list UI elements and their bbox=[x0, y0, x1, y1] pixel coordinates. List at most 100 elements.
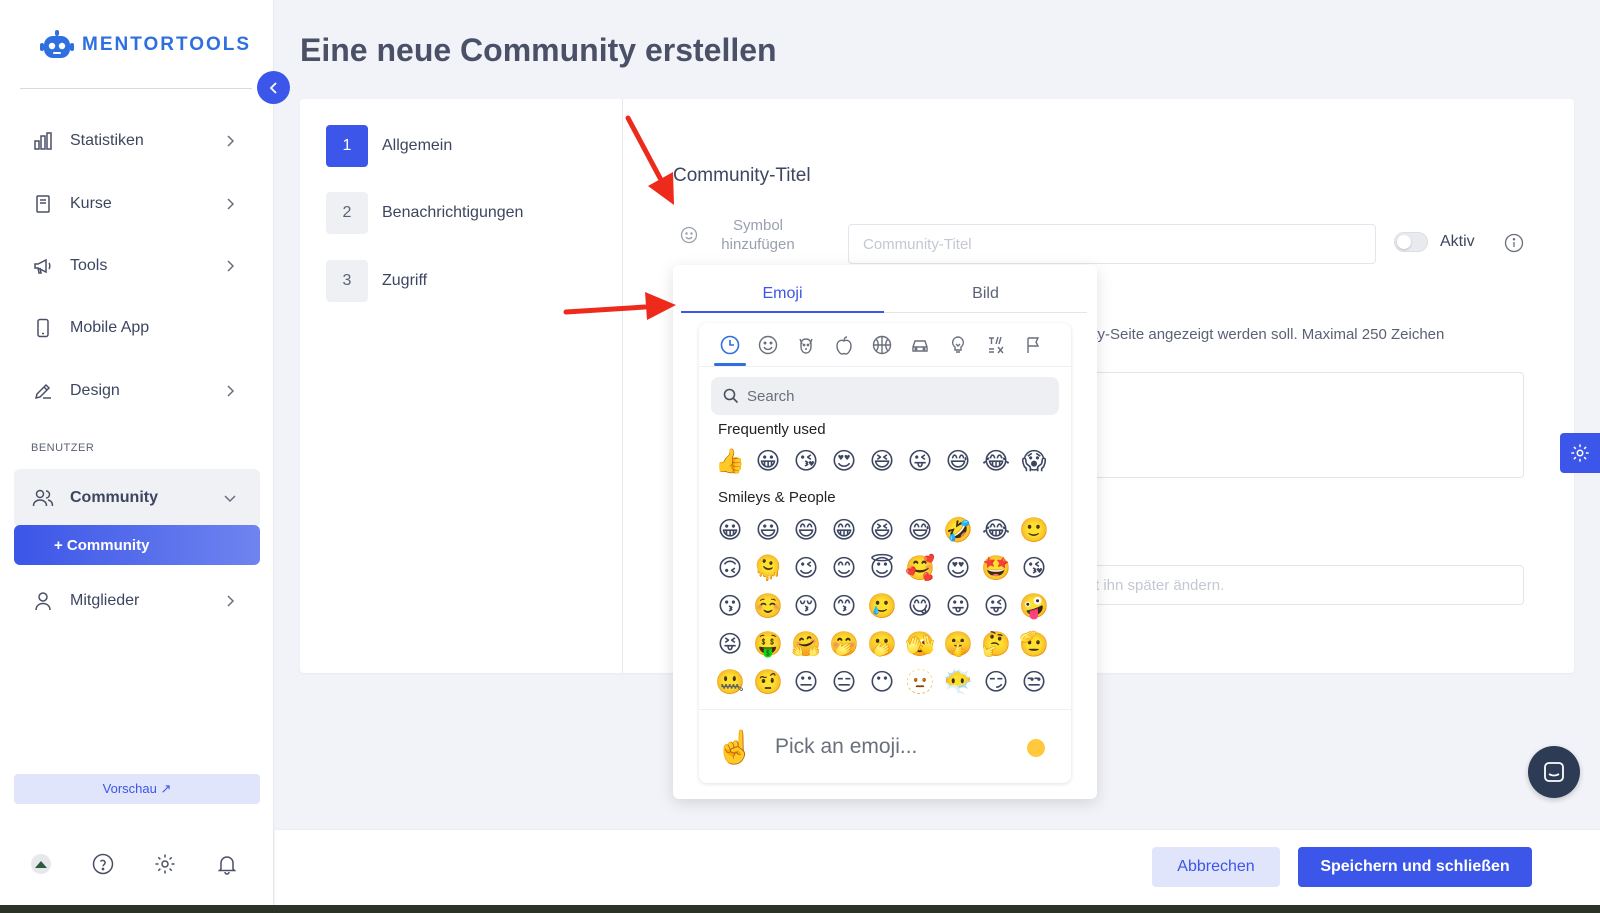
emoji-button[interactable]: 😍 bbox=[939, 549, 977, 587]
emoji-button[interactable]: 🤐 bbox=[711, 663, 749, 701]
emoji-button[interactable]: 🤭 bbox=[825, 625, 863, 663]
emoji-button[interactable]: 🤑 bbox=[749, 625, 787, 663]
community-title-input[interactable] bbox=[848, 224, 1376, 264]
emoji-button[interactable]: 🤫 bbox=[939, 625, 977, 663]
symbols-icon[interactable] bbox=[977, 323, 1015, 367]
emoji-button[interactable]: 😀 bbox=[711, 511, 749, 549]
emoji-button[interactable]: 😶 bbox=[863, 663, 901, 701]
emoji-button[interactable]: 😱 bbox=[1015, 442, 1053, 480]
add-symbol-button[interactable]: Symbol hinzufügen bbox=[680, 216, 806, 254]
emoji-button[interactable]: 😆 bbox=[863, 442, 901, 480]
floating-settings-button[interactable] bbox=[1560, 433, 1600, 473]
emoji-button[interactable]: 🙃 bbox=[711, 549, 749, 587]
sidebar-item-kurse[interactable]: Kurse bbox=[14, 178, 260, 230]
emoji-button[interactable]: 🤔 bbox=[977, 625, 1015, 663]
emoji-button[interactable]: 😍 bbox=[825, 442, 863, 480]
emoji-button[interactable]: 😐 bbox=[787, 663, 825, 701]
emoji-button[interactable]: 🤪 bbox=[1015, 587, 1053, 625]
sidebar-item-tools[interactable]: Tools bbox=[14, 240, 260, 292]
skin-tone-selector[interactable] bbox=[1027, 739, 1045, 757]
sidebar-item-statistiken[interactable]: Statistiken bbox=[14, 115, 260, 167]
chat-launcher-button[interactable] bbox=[1528, 746, 1580, 798]
emoji-button[interactable]: 🤗 bbox=[787, 625, 825, 663]
emoji-button[interactable]: 😅 bbox=[939, 442, 977, 480]
emoji-button[interactable]: 😘 bbox=[787, 442, 825, 480]
sidebar-item-mobile-app[interactable]: Mobile App bbox=[14, 302, 260, 354]
avatar[interactable] bbox=[30, 853, 52, 875]
active-toggle[interactable] bbox=[1394, 232, 1428, 252]
emoji-button[interactable]: 😒 bbox=[1015, 663, 1053, 701]
collapse-sidebar-button[interactable] bbox=[257, 71, 290, 104]
emoji-button[interactable]: 🙂 bbox=[1015, 511, 1053, 549]
emoji-button[interactable]: 😆 bbox=[863, 511, 901, 549]
emoji-button[interactable]: 😏 bbox=[977, 663, 1015, 701]
emoji-button[interactable]: 😛 bbox=[939, 587, 977, 625]
step-allgemein[interactable]: 1 Allgemein bbox=[326, 125, 452, 167]
emoji-button[interactable]: 😁 bbox=[825, 511, 863, 549]
sidebar-item-mitglieder[interactable]: Mitglieder bbox=[14, 575, 260, 627]
emoji-popover: Emoji Bild Search Frequently used 👍 😀 😘 … bbox=[673, 265, 1097, 799]
emoji-button[interactable]: 🤩 bbox=[977, 549, 1015, 587]
emoji-button[interactable]: ☺️ bbox=[749, 587, 787, 625]
bell-icon[interactable] bbox=[216, 853, 238, 875]
emoji-button[interactable]: 😅 bbox=[901, 511, 939, 549]
emoji-button[interactable]: 😂 bbox=[977, 511, 1015, 549]
app-window: MENTORTOOLS Statistiken Kurse Tools Mobi… bbox=[0, 0, 1600, 905]
step-benachrichtigungen[interactable]: 2 Benachrichtigungen bbox=[326, 192, 523, 234]
emoji-button[interactable]: 🤣 bbox=[939, 511, 977, 549]
emoji-button[interactable]: 🫥 bbox=[901, 663, 939, 701]
basketball-icon[interactable] bbox=[863, 323, 901, 367]
cancel-button[interactable]: Abbrechen bbox=[1152, 847, 1280, 887]
emoji-button[interactable]: 😶‍🌫️ bbox=[939, 663, 977, 701]
emoji-button[interactable]: 😇 bbox=[863, 549, 901, 587]
emoji-button[interactable]: 😉 bbox=[787, 549, 825, 587]
brand-logo[interactable]: MENTORTOOLS bbox=[40, 28, 251, 62]
emoji-button[interactable]: 👍 bbox=[711, 442, 749, 480]
emoji-button[interactable]: 🤨 bbox=[749, 663, 787, 701]
smiley-icon[interactable] bbox=[749, 323, 787, 367]
tab-emoji[interactable]: Emoji bbox=[681, 275, 884, 313]
info-icon[interactable] bbox=[1504, 233, 1524, 253]
emoji-button[interactable]: 😗 bbox=[711, 587, 749, 625]
emoji-search-input[interactable]: Search bbox=[711, 377, 1059, 415]
emoji-button[interactable]: 😄 bbox=[787, 511, 825, 549]
help-icon[interactable] bbox=[92, 853, 114, 875]
emoji-button[interactable]: 😘 bbox=[1015, 549, 1053, 587]
sidebar-item-design[interactable]: Design bbox=[14, 365, 260, 417]
clock-icon[interactable] bbox=[711, 323, 749, 367]
emoji-button[interactable]: 😋 bbox=[901, 587, 939, 625]
dog-icon[interactable] bbox=[787, 323, 825, 367]
sidebar-item-add-community[interactable]: + Community bbox=[14, 525, 260, 565]
car-icon[interactable] bbox=[901, 323, 939, 367]
apple-icon[interactable] bbox=[825, 323, 863, 367]
gear-icon[interactable] bbox=[154, 853, 176, 875]
emoji-button[interactable]: 😝 bbox=[711, 625, 749, 663]
emoji-button[interactable]: 😜 bbox=[901, 442, 939, 480]
emoji-row: 🙃 🫠 😉 😊 😇 🥰 😍 🤩 😘 bbox=[711, 549, 1053, 587]
robot-logo-icon bbox=[40, 28, 74, 62]
emoji-button[interactable]: 😑 bbox=[825, 663, 863, 701]
sidebar-item-community[interactable]: Community bbox=[14, 469, 260, 527]
lightbulb-icon[interactable] bbox=[939, 323, 977, 367]
emoji-button[interactable]: 🫣 bbox=[901, 625, 939, 663]
emoji-button[interactable]: 🫢 bbox=[863, 625, 901, 663]
tab-bild[interactable]: Bild bbox=[884, 275, 1087, 312]
emoji-button[interactable]: 😀 bbox=[749, 442, 787, 480]
emoji-button[interactable]: 🫡 bbox=[1015, 625, 1053, 663]
save-and-close-button[interactable]: Speichern und schließen bbox=[1298, 847, 1532, 887]
flag-icon[interactable] bbox=[1015, 323, 1053, 367]
emoji-button[interactable]: 😙 bbox=[825, 587, 863, 625]
bar-chart-icon bbox=[32, 130, 54, 152]
emoji-button[interactable]: 😊 bbox=[825, 549, 863, 587]
sidebar-item-label: Kurse bbox=[70, 195, 112, 212]
emoji-button[interactable]: 😃 bbox=[749, 511, 787, 549]
emoji-button[interactable]: 🥰 bbox=[901, 549, 939, 587]
emoji-button[interactable]: 🥲 bbox=[863, 587, 901, 625]
emoji-button[interactable]: 😂 bbox=[977, 442, 1015, 480]
emoji-button[interactable]: 😜 bbox=[977, 587, 1015, 625]
preview-button[interactable]: Vorschau ↗ bbox=[14, 774, 260, 804]
emoji-button[interactable]: 😚 bbox=[787, 587, 825, 625]
step-zugriff[interactable]: 3 Zugriff bbox=[326, 260, 427, 302]
description-hint: ity-Seite angezeigt werden soll. Maximal… bbox=[1090, 326, 1445, 343]
emoji-button[interactable]: 🫠 bbox=[749, 549, 787, 587]
